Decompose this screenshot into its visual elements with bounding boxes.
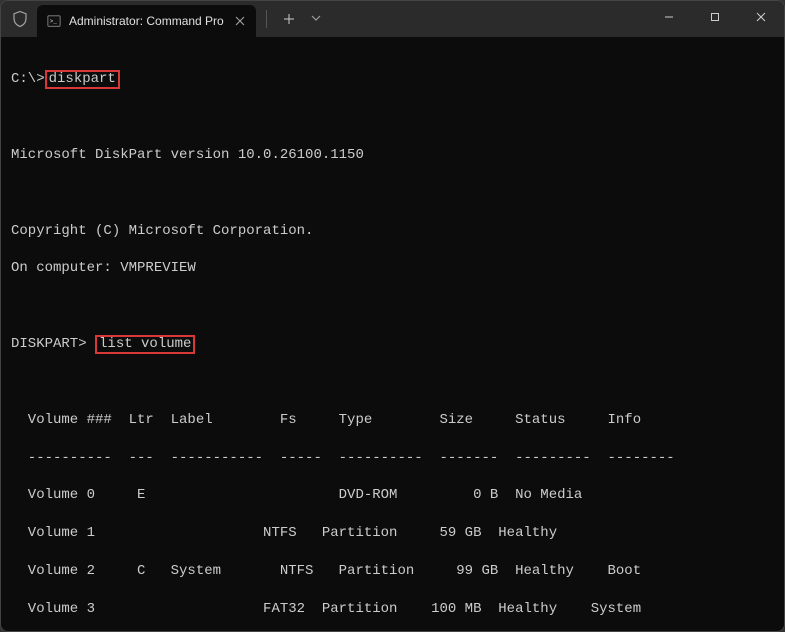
tab-divider [266,10,267,28]
version-line: Microsoft DiskPart version 10.0.26100.11… [11,146,774,165]
tab-active[interactable]: >_ Administrator: Command Pro [37,5,256,37]
table-row: Volume 2 C System NTFS Partition 99 GB H… [11,562,774,581]
minimize-button[interactable] [646,1,692,33]
table-row: Volume 1 NTFS Partition 59 GB Healthy [11,524,774,543]
window-controls [646,1,784,33]
table-divider: ---------- --- ----------- ----- -------… [11,449,774,468]
prompt: DISKPART> [11,336,95,352]
table-row: Volume 0 E DVD-ROM 0 B No Media [11,486,774,505]
admin-shield-icon [11,10,29,28]
chevron-down-icon[interactable] [311,14,321,25]
prompt: C:\> [11,71,45,87]
copyright-line: Copyright (C) Microsoft Corporation. [11,222,774,241]
terminal-window: >_ Administrator: Command Pro C:\> [0,0,785,632]
svg-text:>_: >_ [50,18,58,25]
close-tab-button[interactable] [232,13,248,29]
close-button[interactable] [738,1,784,33]
table-header: Volume ### Ltr Label Fs Type Size Status… [11,411,774,430]
computer-line: On computer: VMPREVIEW [11,259,774,278]
maximize-button[interactable] [692,1,738,33]
command-diskpart: diskpart [45,70,120,89]
command-list-volume: list volume [95,335,195,354]
new-tab-button[interactable] [275,5,303,33]
terminal-output[interactable]: C:\>diskpart Microsoft DiskPart version … [1,37,784,631]
tab-title: Administrator: Command Pro [69,14,224,28]
cmd-icon: >_ [47,14,61,28]
titlebar[interactable]: >_ Administrator: Command Pro [1,1,784,37]
table-row: Volume 3 FAT32 Partition 100 MB Healthy … [11,600,774,619]
